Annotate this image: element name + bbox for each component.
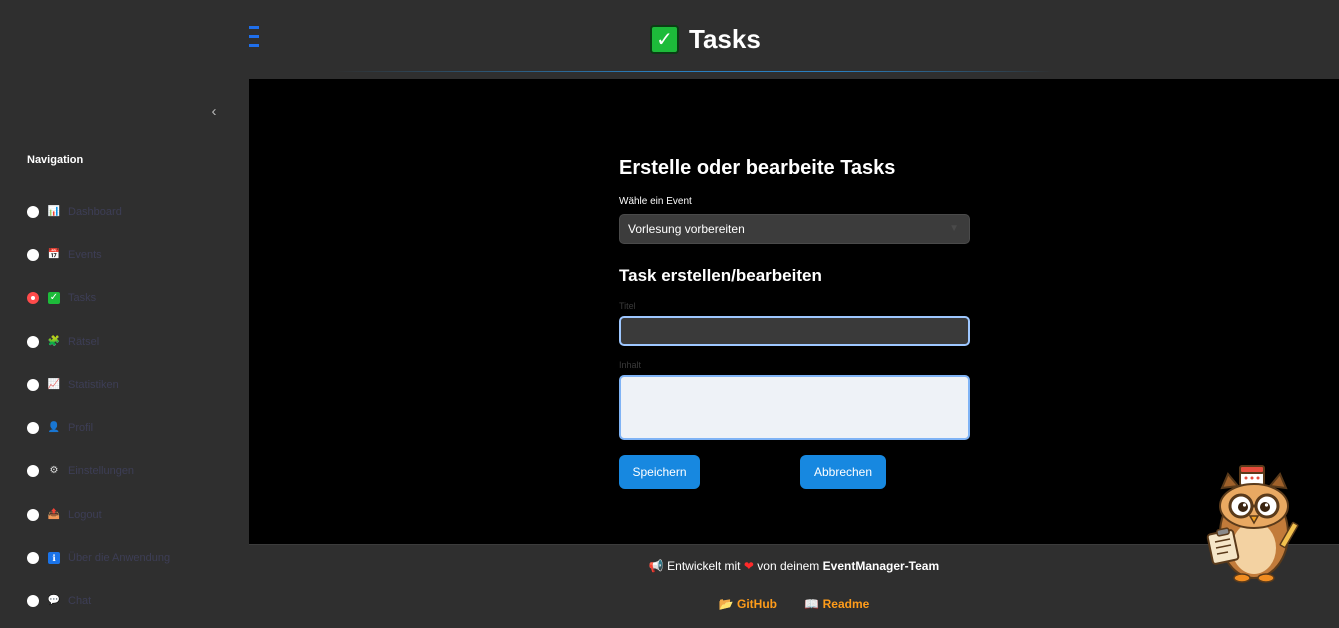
content-field[interactable]: [619, 375, 970, 440]
book-icon: 📖: [804, 597, 820, 611]
megaphone-icon: 📢: [648, 559, 664, 573]
sidebar-item-label: Tasks: [68, 292, 97, 305]
checkmark-icon: ✓: [650, 25, 679, 54]
form-heading: Erstelle oder bearbeite Tasks: [619, 157, 896, 179]
sidebar-item-einstellungen[interactable]: ⚙ Einstellungen: [27, 450, 242, 493]
sidebar: ‹ Navigation 📊 Dashboard 📅 Events ✓ Task…: [0, 0, 249, 628]
footer-links: 📂 GitHub 📖 Readme: [249, 597, 1339, 611]
github-link[interactable]: 📂 GitHub: [719, 597, 777, 611]
radio-logout[interactable]: [27, 508, 39, 521]
sidebar-item-about[interactable]: ℹ Über die Anwendung: [27, 536, 242, 579]
sidebar-item-logout[interactable]: 📤 Logout: [27, 493, 242, 536]
owl-mascot-icon: [1206, 465, 1299, 583]
calendar-icon: 📅: [47, 248, 61, 260]
chevron-left-icon[interactable]: ‹: [206, 102, 222, 120]
page-title-text: Tasks: [689, 24, 761, 54]
readme-link[interactable]: 📖 Readme: [804, 597, 869, 611]
sidebar-item-events[interactable]: 📅 Events: [27, 233, 242, 276]
save-button[interactable]: Speichern: [619, 455, 700, 489]
event-select-label: Wähle ein Event: [619, 196, 692, 207]
sidebar-item-profil[interactable]: 👤 Profil: [27, 406, 242, 449]
task-form: Erstelle oder bearbeite Tasks Wähle ein …: [619, 157, 971, 489]
form-subheading: Task erstellen/bearbeiten: [619, 266, 822, 285]
radio-statistiken[interactable]: [27, 378, 39, 391]
event-select-value: Vorlesung vorbereiten: [628, 222, 745, 236]
trend-chart-icon: 📈: [47, 378, 61, 390]
footer-text-middle: von deinem: [757, 559, 820, 573]
radio-chat[interactable]: [27, 595, 39, 608]
content-field-label: Inhalt: [619, 360, 642, 370]
speech-bubble-icon: 💬: [47, 595, 61, 607]
hamburger-menu-icon[interactable]: [249, 26, 259, 52]
nav-list: 📊 Dashboard 📅 Events ✓ Tasks 🧩 Rätsel 📈 …: [27, 190, 242, 623]
radio-einstellungen[interactable]: [27, 465, 39, 478]
checkmark-icon: ✓: [48, 292, 60, 305]
nav-title: Navigation: [27, 154, 84, 166]
footer: 📢 Entwickelt mit ❤ von deinem EventManag…: [249, 544, 1339, 628]
gear-icon: ⚙: [49, 465, 59, 477]
sidebar-item-label: Profil: [68, 422, 94, 435]
footer-credit: 📢 Entwickelt mit ❤ von deinem EventManag…: [249, 559, 1339, 573]
sidebar-item-tasks[interactable]: ✓ Tasks: [27, 277, 242, 320]
page-title: ✓ Tasks: [650, 24, 761, 55]
sidebar-item-chat[interactable]: 💬 Chat: [27, 580, 242, 623]
title-field-label: Titel: [619, 301, 636, 311]
chevron-down-icon: ▼: [949, 223, 959, 234]
radio-events[interactable]: [27, 248, 39, 261]
footer-team: EventManager-Team: [822, 559, 940, 573]
header-divider: [334, 71, 1054, 72]
radio-tasks[interactable]: [27, 292, 39, 305]
logout-icon: 📤: [47, 508, 61, 520]
user-icon: 👤: [47, 422, 61, 434]
radio-profil[interactable]: [27, 422, 39, 435]
event-select[interactable]: Vorlesung vorbereiten ▼: [619, 214, 970, 244]
sidebar-item-label: Chat: [68, 595, 92, 608]
radio-raetsel[interactable]: [27, 335, 39, 348]
sidebar-item-label: Statistiken: [68, 378, 119, 391]
bar-chart-icon: 📊: [47, 205, 61, 217]
heart-icon: ❤: [743, 559, 754, 573]
sidebar-item-label: Dashboard: [68, 205, 122, 218]
sidebar-item-label: Events: [68, 248, 102, 261]
sidebar-item-label: Logout: [68, 508, 102, 521]
folder-icon: 📂: [718, 597, 734, 611]
main-content: Erstelle oder bearbeite Tasks Wähle ein …: [249, 79, 1339, 544]
title-field[interactable]: [619, 316, 970, 346]
sidebar-item-label: Über die Anwendung: [68, 552, 171, 565]
footer-text-before: Entwickelt mit: [667, 559, 741, 573]
sidebar-item-label: Rätsel: [68, 335, 100, 348]
cancel-button[interactable]: Abbrechen: [800, 455, 886, 489]
sidebar-item-label: Einstellungen: [68, 465, 135, 478]
form-buttons: Speichern Abbrechen: [619, 455, 971, 489]
info-icon: ℹ: [48, 552, 60, 565]
header: ✓ Tasks: [249, 0, 1339, 79]
sidebar-item-raetsel[interactable]: 🧩 Rätsel: [27, 320, 242, 363]
sidebar-item-dashboard[interactable]: 📊 Dashboard: [27, 190, 242, 233]
puzzle-icon: 🧩: [47, 335, 61, 347]
radio-dashboard[interactable]: [27, 205, 39, 218]
sidebar-item-statistiken[interactable]: 📈 Statistiken: [27, 363, 242, 406]
radio-about[interactable]: [27, 552, 39, 565]
